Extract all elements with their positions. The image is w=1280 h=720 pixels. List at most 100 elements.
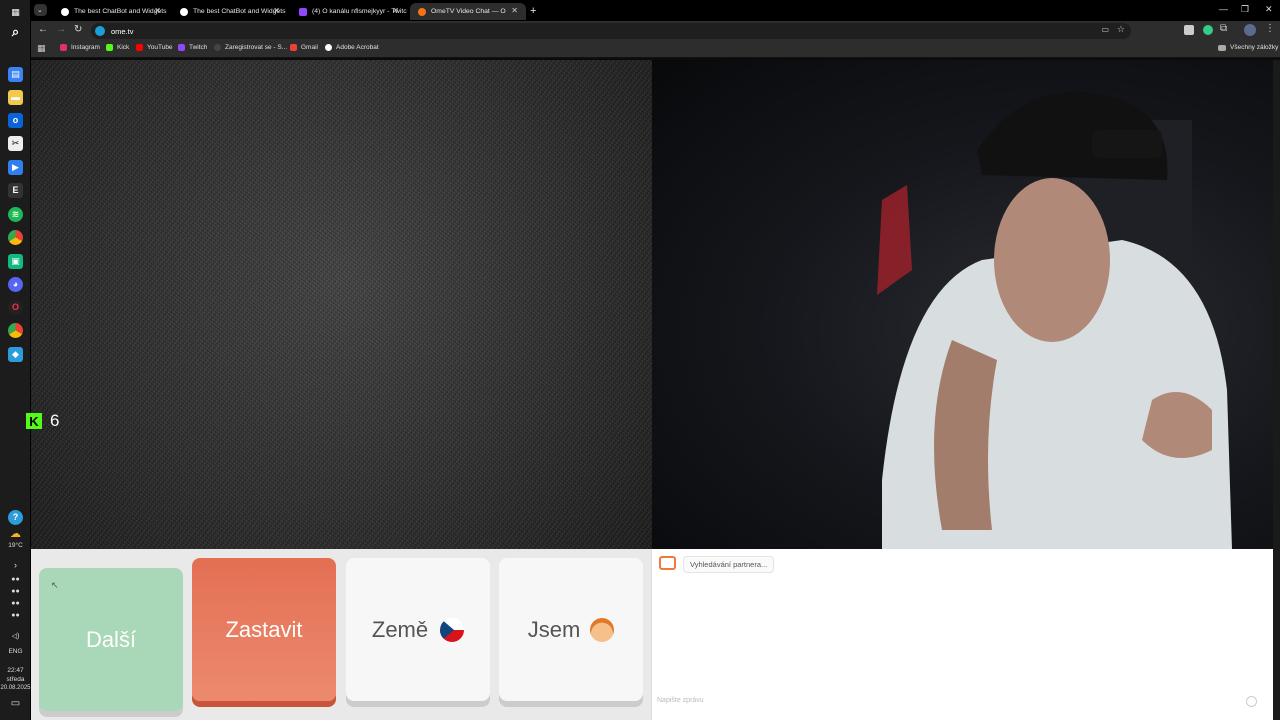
tab-twitch[interactable]: (4) O kanálu nflsmejkyyr - Twitch ✕ — [291, 3, 407, 20]
bookmark-label: Adobe Acrobat — [336, 44, 379, 51]
browser-toolbar: ← → ↻ ome.tv ▭ ☆ ⧉ ⋮ — [31, 21, 1280, 41]
partner-video-static — [31, 60, 652, 549]
tab-chatbot-1[interactable]: The best ChatBot and Widgets ✕ — [53, 3, 169, 20]
all-bookmarks[interactable]: Všechny záložky — [1218, 44, 1278, 51]
file-explorer-icon[interactable]: ▬ — [8, 90, 23, 105]
close-window-icon[interactable]: ✕ — [1265, 4, 1273, 15]
country-button-label: Země — [371, 616, 429, 642]
back-icon[interactable]: ← — [38, 24, 48, 35]
chat-status-bubble: Vyhledávání partnera... — [683, 556, 775, 573]
chrome-icon[interactable] — [8, 230, 23, 245]
extensions-puzzle-icon[interactable]: ⧉ — [1220, 23, 1227, 34]
streaming-app-icon[interactable]: ▣ — [8, 254, 23, 269]
tray-icons[interactable]: ●● ●● ●● ●● — [0, 574, 31, 622]
volume-icon[interactable]: ◁) — [0, 633, 31, 641]
discord-icon[interactable]: ◕ — [8, 277, 23, 292]
camera-person-image — [877, 91, 1232, 549]
gender-button[interactable]: Jsem — [499, 558, 643, 701]
kick-viewer-overlay: K 6 — [26, 411, 59, 431]
opera-gx-icon[interactable]: O — [8, 300, 23, 315]
boy-avatar-icon — [590, 617, 615, 642]
mouse-cursor-icon: ↖ — [51, 580, 59, 590]
bookmark-adobe-acrobat[interactable]: Adobe Acrobat — [325, 44, 379, 51]
instagram-icon — [60, 44, 67, 51]
reload-icon[interactable]: ↻ — [74, 24, 82, 35]
weather-temp: 19°C — [8, 542, 23, 549]
czech-flag-icon — [440, 617, 465, 642]
media-app-icon[interactable]: ▶ — [8, 160, 23, 175]
windows-taskbar: ▦ ⌕ ▤ ▬ o ✂ ▶ E ≋ ▣ ◕ O ◆ ? ☁ 19°C › ●● ●… — [0, 0, 31, 720]
search-icon[interactable]: ⌕ — [8, 24, 23, 39]
country-button[interactable]: Země — [346, 558, 490, 701]
bookmark-label: YouTube — [147, 44, 173, 51]
all-bookmarks-label: Všechny záložky — [1230, 44, 1279, 51]
folder-icon — [1218, 44, 1226, 51]
extension-icon[interactable] — [1184, 25, 1194, 35]
bookmark-kick[interactable]: Kick — [106, 44, 129, 51]
minimize-icon[interactable]: — — [1219, 4, 1228, 14]
twitch-icon — [178, 44, 185, 51]
message-input[interactable]: Napište zprávu — [657, 697, 1247, 709]
restore-icon[interactable]: ❐ — [1241, 4, 1249, 15]
close-icon[interactable]: ✕ — [392, 6, 399, 15]
menu-icon[interactable]: ⋮ — [1265, 23, 1275, 34]
next-button[interactable]: Další — [39, 568, 183, 711]
tray-expand-icon[interactable]: › — [0, 561, 31, 570]
bookmark-label: Instagram — [71, 44, 100, 51]
kick-logo-icon: K — [26, 413, 42, 429]
bookmark-instagram[interactable]: Instagram — [60, 44, 100, 51]
input-language[interactable]: ENG — [0, 648, 31, 656]
stop-button[interactable]: Zastavit — [192, 558, 336, 701]
address-bar[interactable]: ome.tv ▭ ☆ — [91, 23, 1131, 39]
spotify-icon[interactable]: ≋ — [8, 207, 23, 222]
tab-ometv[interactable]: OmeTV Video Chat — Omegle ✕ — [410, 3, 526, 20]
gender-button-label: Jsem — [527, 616, 581, 642]
start-icon[interactable]: ▦ — [8, 5, 23, 20]
calendar-app-icon[interactable]: ▤ — [8, 67, 23, 82]
extension-icon[interactable] — [1203, 25, 1213, 35]
forward-icon[interactable]: → — [56, 24, 66, 35]
profile-avatar[interactable] — [1244, 24, 1256, 36]
emoji-icon[interactable] — [1246, 696, 1257, 707]
notifications-icon[interactable]: ▭ — [0, 699, 31, 709]
chrome-active-icon[interactable] — [8, 323, 23, 338]
bookmark-youtube[interactable]: YouTube — [136, 44, 173, 51]
close-icon[interactable]: ✕ — [273, 6, 280, 15]
video-stage: K 6 — [26, 60, 1273, 549]
page-scrollbar[interactable] — [1273, 60, 1280, 720]
clock-date: 20.08.2025 — [0, 685, 31, 691]
bookmark-gmail[interactable]: Gmail — [290, 44, 318, 51]
bookmark-label: Gmail — [301, 44, 318, 51]
ometv-logo-icon — [659, 556, 676, 570]
clock-time[interactable]: 22:47 — [0, 667, 31, 675]
epic-games-icon[interactable]: E — [8, 183, 23, 198]
address-url: ome.tv — [111, 26, 134, 36]
bookmark-star-icon[interactable]: ☆ — [1117, 24, 1125, 35]
outlook-icon[interactable]: o — [8, 113, 23, 128]
apps-grid-icon[interactable]: ▦ — [37, 43, 46, 54]
chat-status-text: Vyhledávání partnera... — [690, 560, 768, 569]
site-info-icon[interactable] — [95, 26, 105, 36]
stop-button-label: Zastavit — [225, 616, 303, 642]
close-icon[interactable]: ✕ — [154, 6, 161, 15]
cast-icon[interactable]: ▭ — [1101, 25, 1109, 34]
tab-favicon — [180, 7, 188, 16]
next-button-label: Další — [85, 626, 137, 652]
help-icon[interactable]: ? — [8, 510, 23, 525]
bookmarks-bar: ▦ Instagram Kick YouTube Twitch Zaregist… — [31, 41, 1280, 58]
tab-search-button[interactable]: ⌄ — [34, 4, 47, 16]
close-icon[interactable]: ✕ — [511, 6, 518, 15]
tab-chatbot-2[interactable]: The best ChatBot and Widgets ✕ — [172, 3, 288, 20]
bookmark-twitch[interactable]: Twitch — [178, 44, 207, 51]
bookmark-label: Kick — [117, 44, 130, 51]
new-tab-button[interactable]: + — [527, 2, 543, 19]
weather-icon[interactable]: ☁ — [8, 527, 23, 542]
self-camera-video — [652, 60, 1273, 549]
clock-day: středa — [6, 676, 25, 683]
tab-title: OmeTV Video Chat — Omegle — [431, 8, 506, 15]
bookmark-register[interactable]: Zaregistrovat se - S... — [214, 44, 287, 51]
app-icon[interactable]: ◆ — [8, 347, 23, 362]
capcut-icon[interactable]: ✂ — [8, 136, 23, 151]
tab-favicon — [61, 7, 69, 16]
gmail-icon — [290, 44, 297, 51]
